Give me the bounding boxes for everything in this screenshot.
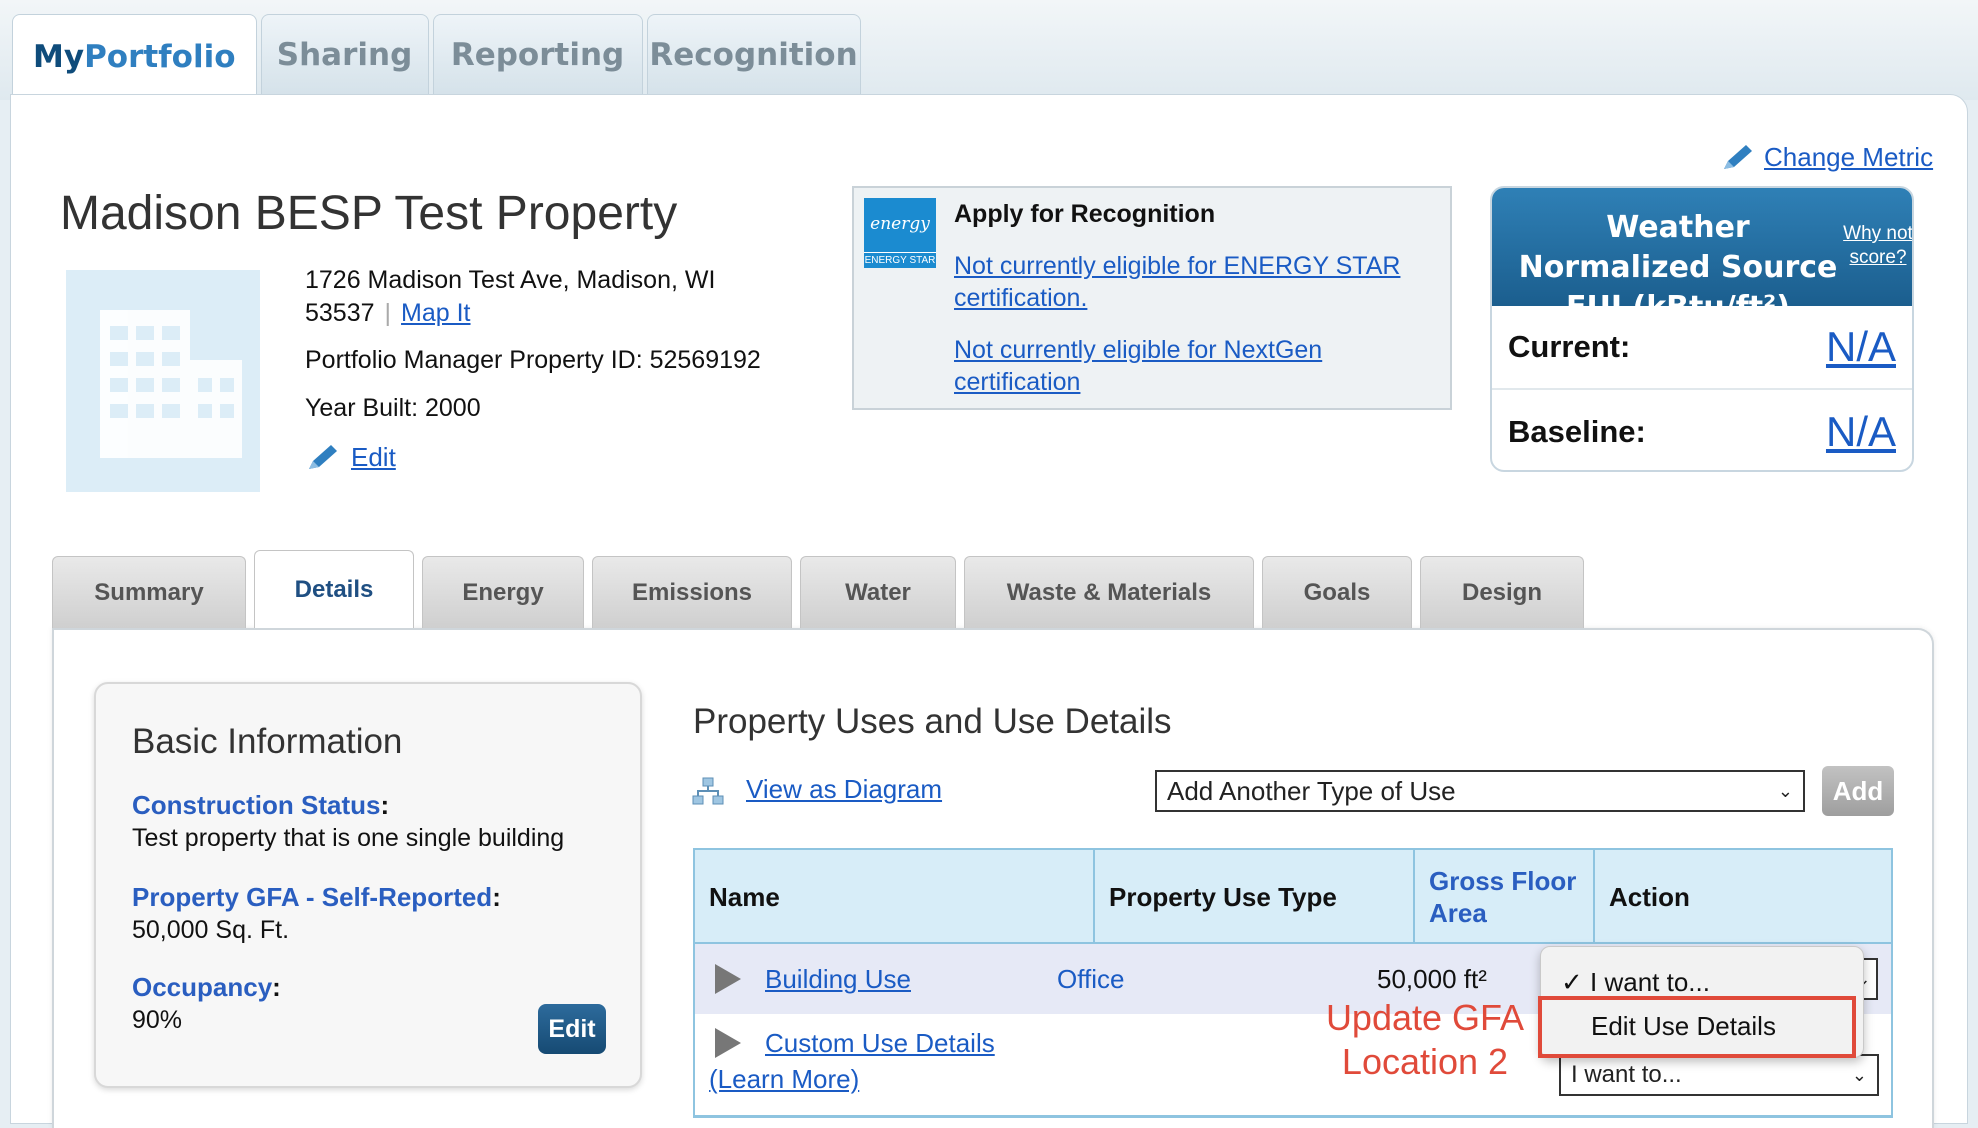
tab-reporting[interactable]: Reporting: [432, 14, 643, 94]
highlight-box: [1538, 996, 1856, 1058]
property-title: Madison BESP Test Property: [60, 187, 678, 240]
expand-triangle-icon[interactable]: [715, 964, 741, 994]
annotation-label: Update GFA Location 2: [1300, 996, 1550, 1084]
add-use-type-select[interactable]: Add Another Type of Use ⌄: [1155, 770, 1805, 812]
header-action: Action: [1609, 881, 1690, 912]
change-metric[interactable]: Change Metric: [1720, 142, 1933, 173]
basic-information-title: Basic Information: [132, 722, 403, 761]
tab-sharing[interactable]: Sharing: [260, 14, 429, 94]
property-address: 1726 Madison Test Ave, Madison, WI 53537…: [305, 264, 715, 330]
tab-water[interactable]: Water: [800, 556, 956, 628]
gfa-key: Property GFA - Self-Reported: [132, 882, 493, 912]
current-label: Current:: [1508, 329, 1631, 364]
add-button[interactable]: Add: [1822, 766, 1894, 816]
annotation-line1: Update GFA: [1325, 997, 1525, 1038]
chevron-down-icon: ⌄: [1851, 1064, 1867, 1085]
property-uses-title: Property Uses and Use Details: [693, 702, 1172, 741]
tab-summary[interactable]: Summary: [52, 556, 246, 628]
nextgen-eligibility-link[interactable]: Not currently eligible for NextGen certi…: [954, 334, 1434, 398]
brand-my: My: [33, 38, 85, 75]
tab-goals[interactable]: Goals: [1262, 556, 1412, 628]
colon: :: [380, 790, 390, 820]
pencil-icon: [1724, 144, 1752, 169]
header-gfa[interactable]: Gross Floor Area: [1415, 850, 1595, 944]
tab-design[interactable]: Design: [1420, 556, 1584, 628]
occupancy-key: Occupancy: [132, 972, 273, 1002]
energy-star-logo: energy ENERGY STAR: [864, 198, 936, 268]
top-nav: My Portfolio Sharing Reporting Recognitio…: [12, 14, 861, 98]
check-icon: ✓: [1561, 967, 1583, 997]
option-label: I want to...: [1590, 967, 1710, 997]
action-select[interactable]: I want to... ⌄: [1559, 1054, 1879, 1096]
dropdown-option-i-want-to[interactable]: ✓ I want to...: [1561, 967, 1710, 998]
eui-title: Weather Normalized Source EUI (kBtu/ft²): [1518, 210, 1838, 325]
tab-waste-materials[interactable]: Waste & Materials: [964, 556, 1254, 628]
tab-recognition[interactable]: Recognition: [646, 14, 861, 94]
colon: :: [492, 882, 501, 912]
change-metric-link[interactable]: Change Metric: [1764, 142, 1933, 173]
occupancy-label: Occupancy:: [132, 972, 281, 1003]
brand-portfolio: Portfolio: [84, 38, 236, 75]
eui-baseline-row: Baseline: N/A: [1492, 390, 1912, 470]
construction-status-label: Construction Status:: [132, 790, 389, 821]
tab-myportfolio[interactable]: My Portfolio: [12, 14, 257, 98]
tab-energy[interactable]: Energy: [422, 556, 584, 628]
table-header: Name Property Use Type Gross Floor Area …: [695, 850, 1891, 944]
chevron-down-icon: ⌄: [1777, 780, 1793, 801]
header-name: Name: [695, 850, 1095, 944]
map-it-link[interactable]: Map It: [401, 299, 470, 327]
occupancy-value: 90%: [132, 1006, 183, 1034]
gfa-value: 50,000 Sq. Ft.: [132, 916, 290, 944]
action-select-value: I want to...: [1571, 1061, 1682, 1088]
why-not-score-link[interactable]: Why not score?: [1842, 222, 1912, 270]
basic-information-card: Basic Information Construction Status: T…: [94, 682, 642, 1088]
colon: :: [272, 972, 281, 1002]
recognition-box: energy ENERGY STAR Apply for Recognition…: [852, 186, 1452, 410]
address-zip: 53537: [305, 299, 375, 327]
address-line1: 1726 Madison Test Ave, Madison, WI: [305, 266, 716, 294]
building-icon: [66, 270, 260, 492]
tab-details[interactable]: Details: [254, 550, 414, 628]
pm-property-id: Portfolio Manager Property ID: 52569192: [305, 346, 761, 374]
eui-header: Weather Normalized Source EUI (kBtu/ft²)…: [1492, 188, 1912, 325]
energy-star-bar: ENERGY STAR: [864, 252, 936, 268]
construction-status-value: Test property that is one single buildin…: [132, 824, 565, 852]
gfa-cell: 50,000 ft²: [1377, 964, 1487, 994]
year-built: Year Built: 2000: [305, 394, 481, 422]
property-tabs: Summary Details Energy Emissions Water W…: [52, 550, 1584, 628]
energy-star-script: energy: [870, 214, 930, 234]
diagram-icon: [692, 777, 724, 805]
current-value-link[interactable]: N/A: [1826, 323, 1896, 371]
edit-property[interactable]: Edit: [305, 442, 396, 473]
annotation-line2: Location 2: [1341, 1041, 1509, 1082]
header-use-type: Property Use Type: [1095, 850, 1415, 944]
view-as-diagram-link[interactable]: View as Diagram: [746, 774, 942, 805]
edit-property-link[interactable]: Edit: [351, 442, 396, 473]
tab-emissions[interactable]: Emissions: [592, 556, 792, 628]
eui-box: Weather Normalized Source EUI (kBtu/ft²)…: [1490, 186, 1914, 472]
recognition-title: Apply for Recognition: [954, 200, 1216, 228]
custom-use-details-link[interactable]: Custom Use Details: [765, 1028, 995, 1059]
separator: |: [384, 299, 392, 327]
baseline-label: Baseline:: [1508, 414, 1646, 449]
expand-triangle-icon[interactable]: [715, 1028, 741, 1058]
construction-status-key: Construction Status: [132, 790, 381, 820]
learn-more-link[interactable]: (Learn More): [709, 1064, 859, 1095]
energy-star-eligibility-link[interactable]: Not currently eligible for ENERGY STAR c…: [954, 250, 1434, 314]
building-use-link[interactable]: Building Use: [765, 964, 911, 995]
use-type-office: Office: [1057, 964, 1125, 994]
baseline-value-link[interactable]: N/A: [1826, 408, 1896, 456]
edit-basic-info-button[interactable]: Edit: [538, 1004, 606, 1054]
pencil-icon: [309, 444, 337, 469]
gfa-label: Property GFA - Self-Reported:: [132, 882, 501, 913]
add-use-type-value: Add Another Type of Use: [1167, 775, 1456, 806]
